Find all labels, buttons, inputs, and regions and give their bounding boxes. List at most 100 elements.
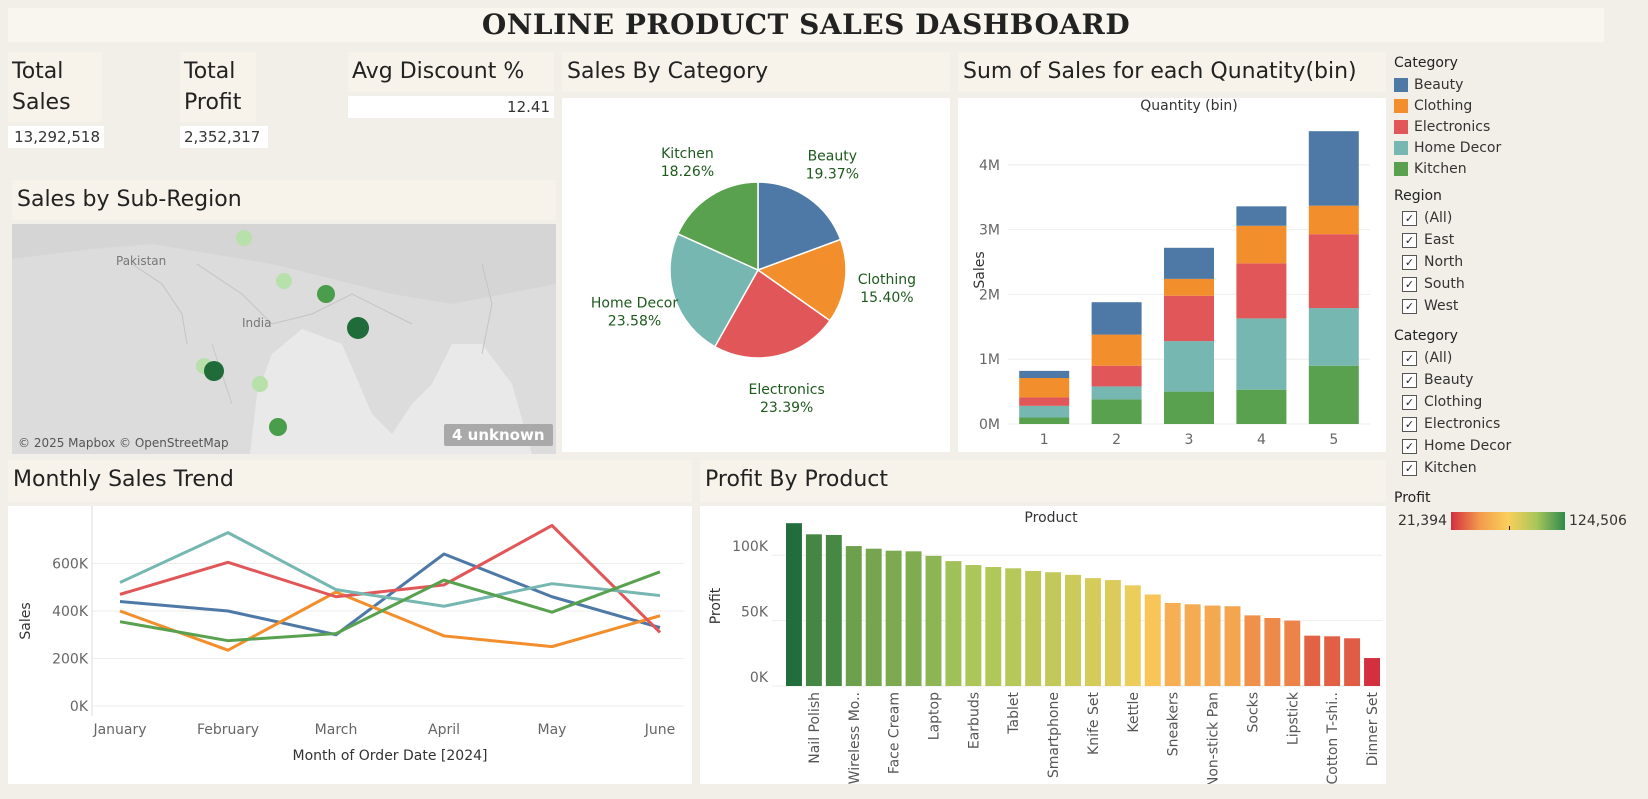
checkbox[interactable]: ✓: [1402, 350, 1417, 366]
profit-bar[interactable]: [1264, 618, 1281, 686]
region-option-east[interactable]: ✓ East: [1394, 229, 1634, 251]
region-option-west[interactable]: ✓ West: [1394, 295, 1634, 317]
map-point[interactable]: [236, 230, 252, 246]
map-point[interactable]: [317, 285, 335, 303]
stack-segment-kitchen[interactable]: [1091, 399, 1142, 424]
checkbox[interactable]: ✓: [1402, 460, 1417, 476]
stack-segment-kitchen[interactable]: [1019, 417, 1070, 424]
profit-bar[interactable]: [1364, 658, 1380, 686]
legend-item-kitchen[interactable]: Kitchen: [1394, 158, 1634, 179]
checkbox[interactable]: ✓: [1402, 232, 1417, 248]
stack-segment-electronics[interactable]: [1236, 263, 1287, 319]
category-option-kitchen[interactable]: ✓ Kitchen: [1394, 457, 1634, 479]
profit-bar[interactable]: [1164, 602, 1181, 686]
profit-bar[interactable]: [965, 565, 982, 686]
region-option-all[interactable]: ✓ (All): [1394, 207, 1634, 229]
checkbox[interactable]: ✓: [1402, 210, 1417, 226]
profit-bar[interactable]: [786, 523, 802, 686]
profit-bar[interactable]: [1204, 605, 1221, 686]
map-point[interactable]: [347, 317, 369, 339]
category-option-electronics[interactable]: ✓ Electronics: [1394, 413, 1634, 435]
checkbox[interactable]: ✓: [1402, 298, 1417, 314]
category-option-clothing[interactable]: ✓ Clothing: [1394, 391, 1634, 413]
stack-segment-home-decor[interactable]: [1164, 341, 1214, 392]
legend-item-beauty[interactable]: Beauty: [1394, 74, 1634, 95]
profit-x-title: Product: [1024, 510, 1078, 526]
product-label: Earbuds: [966, 692, 982, 749]
stack-segment-beauty[interactable]: [1164, 247, 1214, 279]
profit-bar[interactable]: [985, 567, 1002, 686]
series-line-kitchen[interactable]: [119, 570, 661, 643]
stack-segment-home-decor[interactable]: [1308, 308, 1359, 366]
profit-bar[interactable]: [1104, 580, 1121, 686]
stack-segment-electronics[interactable]: [1308, 234, 1359, 309]
profit-bar[interactable]: [1124, 585, 1141, 686]
stack-segment-clothing[interactable]: [1164, 278, 1214, 296]
stack-segment-clothing[interactable]: [1091, 334, 1142, 366]
profit-bar[interactable]: [1184, 604, 1201, 686]
stack-segment-electronics[interactable]: [1091, 365, 1142, 387]
region-filter-title: Region: [1394, 188, 1442, 204]
series-line-beauty[interactable]: [119, 552, 661, 637]
map-point[interactable]: [276, 273, 292, 289]
stack-segment-home-decor[interactable]: [1019, 405, 1070, 418]
profit-bar[interactable]: [1224, 606, 1241, 686]
stack-segment-beauty[interactable]: [1091, 302, 1142, 335]
checkbox[interactable]: ✓: [1402, 416, 1417, 432]
map-point[interactable]: [269, 418, 287, 436]
profit-bar[interactable]: [1324, 636, 1341, 686]
stack-segment-beauty[interactable]: [1019, 370, 1070, 379]
profit-bar[interactable]: [845, 546, 862, 686]
profit-bar[interactable]: [1304, 635, 1321, 686]
profit-bar[interactable]: [905, 551, 922, 686]
checkbox[interactable]: ✓: [1402, 372, 1417, 388]
profit-bar[interactable]: [1085, 578, 1101, 686]
checkbox[interactable]: ✓: [1402, 394, 1417, 410]
stack-segment-home-decor[interactable]: [1236, 318, 1287, 390]
profit-bar[interactable]: [1244, 615, 1261, 686]
stack-segment-home-decor[interactable]: [1091, 386, 1142, 400]
profit-bar[interactable]: [805, 534, 822, 686]
region-option-north[interactable]: ✓ North: [1394, 251, 1634, 273]
profit-bar[interactable]: [1065, 574, 1081, 686]
stack-segment-clothing[interactable]: [1308, 205, 1359, 235]
checkbox[interactable]: ✓: [1402, 438, 1417, 454]
profit-bar[interactable]: [1025, 570, 1042, 686]
profit-bar[interactable]: [1045, 572, 1062, 686]
region-filter: ✓ (All) ✓ East ✓ North ✓ South ✓ West: [1394, 207, 1634, 317]
sub-region-map[interactable]: Pakistan India © 2025 Mapbox © OpenStree…: [12, 224, 556, 454]
qty-bin-title: Sum of Sales for each Qunatity(bin): [958, 52, 1386, 92]
stack-segment-electronics[interactable]: [1164, 295, 1214, 342]
stack-segment-kitchen[interactable]: [1308, 365, 1359, 424]
stack-segment-kitchen[interactable]: [1236, 389, 1287, 424]
legend-item-home-decor[interactable]: Home Decor: [1394, 137, 1634, 158]
legend-item-electronics[interactable]: Electronics: [1394, 116, 1634, 137]
series-line-electronics[interactable]: [119, 524, 662, 634]
region-option-south[interactable]: ✓ South: [1394, 273, 1634, 295]
profit-bar[interactable]: [1344, 638, 1361, 686]
stack-segment-kitchen[interactable]: [1164, 391, 1214, 424]
stack-segment-electronics[interactable]: [1019, 397, 1070, 406]
category-option-all[interactable]: ✓ (All): [1394, 347, 1634, 369]
checkbox[interactable]: ✓: [1402, 254, 1417, 270]
profit-bar[interactable]: [1005, 568, 1022, 686]
profit-bar[interactable]: [945, 561, 962, 686]
category-option-beauty[interactable]: ✓ Beauty: [1394, 369, 1634, 391]
stack-segment-beauty[interactable]: [1236, 206, 1287, 226]
map-point[interactable]: [252, 376, 268, 392]
profit-bar[interactable]: [825, 534, 842, 686]
checkbox[interactable]: ✓: [1402, 276, 1417, 292]
stack-segment-beauty[interactable]: [1308, 131, 1359, 206]
legend-item-clothing[interactable]: Clothing: [1394, 95, 1634, 116]
product-label: Wireless Mo..: [847, 692, 863, 784]
map-point[interactable]: [204, 361, 224, 381]
stack-segment-clothing[interactable]: [1236, 225, 1287, 264]
profit-bar[interactable]: [1284, 620, 1301, 686]
category-option-home-decor[interactable]: ✓ Home Decor: [1394, 435, 1634, 457]
profit-bar[interactable]: [885, 550, 902, 686]
profit-bar[interactable]: [1144, 594, 1161, 686]
unknown-badge[interactable]: 4 unknown: [444, 424, 553, 446]
profit-bar[interactable]: [925, 555, 942, 686]
profit-bar[interactable]: [865, 548, 882, 686]
stack-segment-clothing[interactable]: [1019, 378, 1070, 398]
